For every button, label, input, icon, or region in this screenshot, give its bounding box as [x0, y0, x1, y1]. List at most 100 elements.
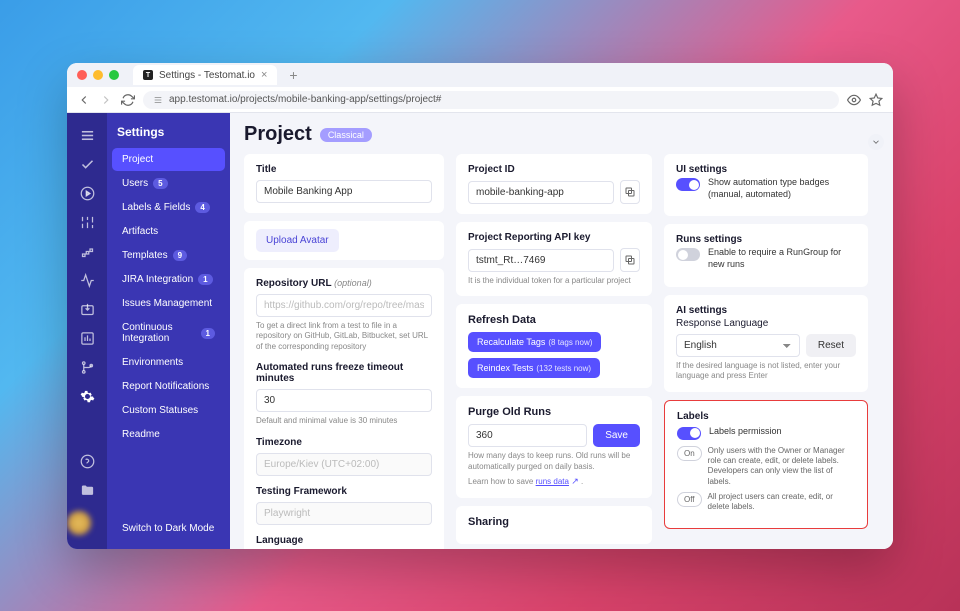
analytics-icon[interactable] — [67, 324, 107, 353]
branch-icon[interactable] — [67, 353, 107, 382]
eye-icon[interactable] — [847, 93, 861, 107]
recalc-tags-button[interactable]: Recalculate Tags(8 tags now) — [468, 332, 601, 352]
maximize-window-button[interactable] — [109, 70, 119, 80]
sidebar-item-templates[interactable]: Templates9 — [112, 244, 225, 267]
sidebar-item-issues-management[interactable]: Issues Management — [112, 292, 225, 315]
gear-icon[interactable] — [67, 382, 107, 411]
badges-toggle[interactable] — [676, 178, 700, 191]
ai-settings-title: AI settings — [676, 305, 856, 316]
star-icon[interactable] — [869, 93, 883, 107]
sidebar-item-readme[interactable]: Readme — [112, 423, 225, 446]
sidebar-item-project[interactable]: Project — [112, 148, 225, 171]
check-icon[interactable] — [67, 150, 107, 179]
address-bar: app.testomat.io/projects/mobile-banking-… — [67, 87, 893, 113]
sidebar-item-jira-integration[interactable]: JIRA Integration1 — [112, 268, 225, 291]
save-purge-button[interactable]: Save — [593, 424, 640, 447]
window-titlebar: T Settings - Testomat.io × + — [67, 63, 893, 87]
sidebar-item-labels-fields[interactable]: Labels & Fields4 — [112, 196, 225, 219]
reindex-tests-button[interactable]: Reindex Tests(132 tests now) — [468, 358, 600, 378]
fw-input[interactable] — [256, 502, 432, 525]
avatar[interactable] — [67, 511, 91, 535]
repo-input[interactable] — [256, 294, 432, 317]
badge: 9 — [173, 250, 187, 261]
play-circle-icon[interactable] — [67, 179, 107, 208]
purge-input[interactable] — [468, 424, 587, 447]
external-link-icon: ↗ — [571, 476, 579, 486]
badge: 1 — [201, 328, 215, 339]
menu-icon[interactable] — [67, 121, 107, 150]
tab-title: Settings - Testomat.io — [159, 70, 255, 81]
forward-icon[interactable] — [99, 93, 113, 107]
project-type-chip: Classical — [320, 128, 372, 142]
dark-mode-toggle[interactable]: Switch to Dark Mode — [112, 517, 225, 540]
rungroup-toggle[interactable] — [676, 248, 700, 261]
chevron-down-icon[interactable] — [868, 134, 884, 150]
import-icon[interactable] — [67, 295, 107, 324]
steps-icon[interactable] — [67, 237, 107, 266]
resp-lang-select[interactable]: English — [676, 334, 800, 357]
browser-tab[interactable]: T Settings - Testomat.io × — [133, 65, 277, 85]
tz-label: Timezone — [256, 437, 432, 448]
ui-settings-title: UI settings — [676, 164, 856, 175]
runs-data-link[interactable]: runs data — [536, 477, 569, 486]
sidebar-item-artifacts[interactable]: Artifacts — [112, 220, 225, 243]
back-icon[interactable] — [77, 93, 91, 107]
runs-settings-title: Runs settings — [676, 234, 856, 245]
title-input[interactable] — [256, 180, 432, 203]
fw-label: Testing Framework — [256, 486, 432, 497]
upload-avatar-button[interactable]: Upload Avatar — [256, 229, 339, 252]
favicon-icon: T — [143, 70, 153, 80]
pid-input[interactable] — [468, 181, 614, 204]
badge: 4 — [195, 202, 209, 213]
close-window-button[interactable] — [77, 70, 87, 80]
url-box[interactable]: app.testomat.io/projects/mobile-banking-… — [143, 91, 839, 109]
lang-label: Language — [256, 535, 432, 546]
off-text: All project users can create, edit, or d… — [708, 492, 855, 513]
badges-label: Show automation type badges (manual, aut… — [708, 177, 856, 200]
minimize-window-button[interactable] — [93, 70, 103, 80]
reload-icon[interactable] — [121, 93, 135, 107]
rungroup-label: Enable to require a RunGroup for new run… — [708, 247, 856, 270]
new-tab-button[interactable]: + — [289, 67, 297, 83]
sliders-icon[interactable] — [67, 208, 107, 237]
resp-help: If the desired language is not listed, e… — [676, 361, 856, 382]
sidebar-item-custom-statuses[interactable]: Custom Statuses — [112, 399, 225, 422]
off-pill: Off — [677, 492, 702, 507]
pid-label: Project ID — [468, 164, 640, 175]
content-area: Project Classical Title Upload Avatar Re… — [230, 113, 893, 549]
freeze-label: Automated runs freeze timeout minutes — [256, 362, 432, 384]
purge-help: How many days to keep runs. Old runs wil… — [468, 451, 640, 472]
settings-sidebar: Settings ProjectUsers5Labels & Fields4Ar… — [107, 113, 230, 549]
api-input[interactable] — [468, 249, 614, 272]
site-settings-icon — [153, 95, 163, 105]
on-text: Only users with the Owner or Manager rol… — [708, 446, 855, 488]
resp-lang-label: Response Language — [676, 318, 856, 329]
sharing-title: Sharing — [468, 516, 640, 528]
freeze-help: Default and minimal value is 30 minutes — [256, 416, 432, 426]
help-icon[interactable] — [67, 447, 107, 476]
badge: 5 — [153, 178, 167, 189]
folder-icon[interactable] — [67, 476, 107, 505]
pulse-icon[interactable] — [67, 266, 107, 295]
sidebar-item-users[interactable]: Users5 — [112, 172, 225, 195]
repo-label: Repository URL (optional) — [256, 278, 432, 289]
api-label: Project Reporting API key — [468, 232, 640, 243]
on-pill: On — [677, 446, 702, 461]
freeze-input[interactable] — [256, 389, 432, 412]
sidebar-title: Settings — [107, 121, 230, 147]
url-text: app.testomat.io/projects/mobile-banking-… — [169, 94, 441, 105]
badge: 1 — [198, 274, 212, 285]
sidebar-item-report-notifications[interactable]: Report Notifications — [112, 375, 225, 398]
labels-perm-toggle[interactable] — [677, 427, 701, 440]
copy-pid-button[interactable] — [620, 180, 640, 204]
tz-input[interactable] — [256, 453, 432, 476]
sidebar-item-continuous-integration[interactable]: Continuous Integration1 — [112, 316, 225, 350]
page-title: Project — [244, 123, 312, 146]
labels-title: Labels — [677, 411, 855, 422]
close-tab-icon[interactable]: × — [261, 69, 267, 81]
copy-api-button[interactable] — [620, 248, 640, 272]
purge-learn: Learn how to save runs data ↗ . — [468, 476, 640, 488]
api-help: It is the individual token for a particu… — [468, 276, 640, 286]
reset-lang-button[interactable]: Reset — [806, 334, 856, 357]
sidebar-item-environments[interactable]: Environments — [112, 351, 225, 374]
